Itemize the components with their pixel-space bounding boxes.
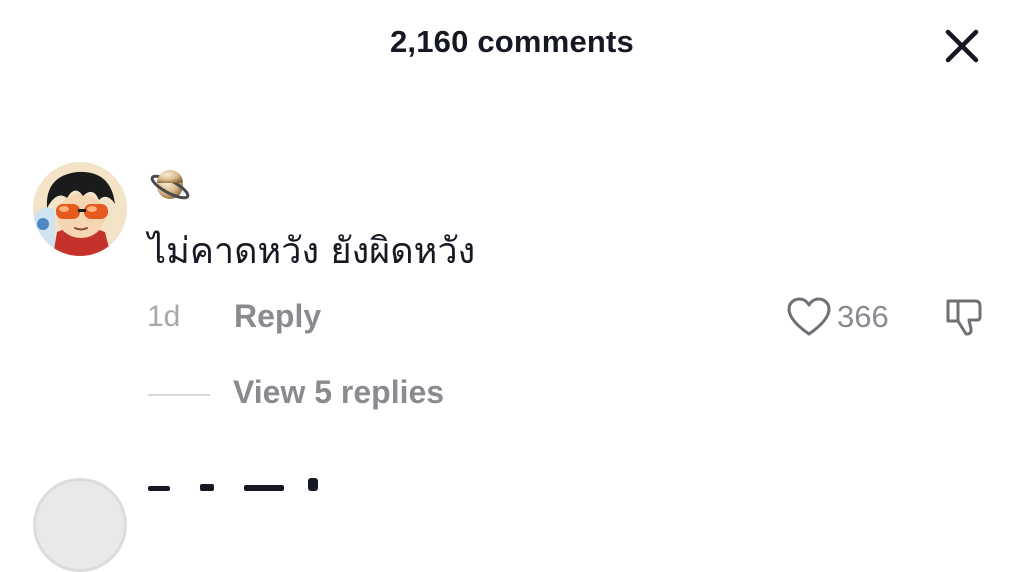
like-count: 366: [837, 299, 889, 334]
view-replies-button[interactable]: View 5 replies: [233, 374, 444, 411]
comments-count-title: 2,160 comments: [389, 24, 635, 59]
close-button[interactable]: [938, 22, 986, 70]
reply-button[interactable]: Reply: [234, 298, 321, 335]
comment-text: ไม่คาดหวัง ยังผิดหวัง: [148, 231, 476, 272]
comment-timestamp: 1d: [147, 300, 181, 333]
dislike-button[interactable]: [942, 295, 986, 339]
avatar[interactable]: [33, 162, 127, 256]
avatar-image: [33, 162, 127, 256]
next-comment-avatar[interactable]: [33, 478, 127, 572]
replies-divider-line: [148, 394, 210, 396]
like-button[interactable]: [786, 296, 832, 338]
heart-outline-icon: [787, 297, 831, 336]
saturn-planet-emoji: [150, 170, 190, 200]
thumbs-down-icon: [946, 299, 982, 336]
author-name-emoji[interactable]: [148, 164, 192, 208]
next-comment-partial-text: [148, 476, 338, 491]
close-icon: [945, 29, 979, 63]
